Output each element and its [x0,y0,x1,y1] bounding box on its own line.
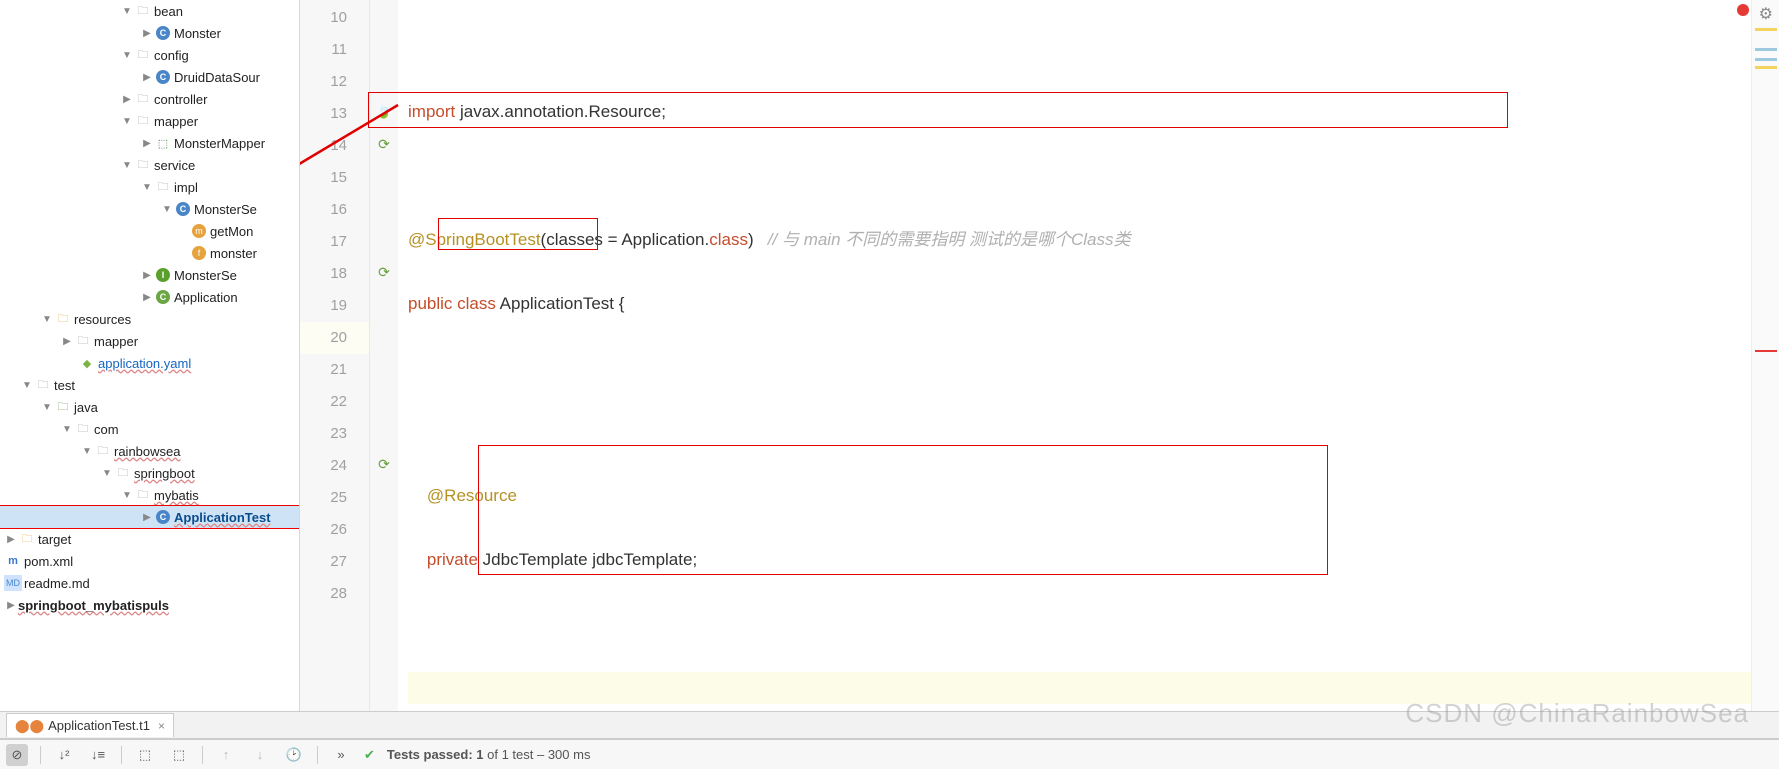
tree-item[interactable]: ▶CApplication [0,286,299,308]
tree-item[interactable]: ◆application.yaml [0,352,299,374]
tree-label: getMon [210,224,253,239]
tree-label: MonsterSe [194,202,257,217]
tree-label: MonsterMapper [174,136,265,151]
tab-label: ApplicationTest.t1 [48,718,150,733]
tree-item[interactable]: ▶CMonster [0,22,299,44]
spring-run-icon[interactable]: 🍃 [370,96,398,128]
tree-item[interactable]: ▼🗀mybatis [0,484,299,506]
tree-item[interactable]: ▼🗀bean [0,0,299,22]
tree-label: resources [74,312,131,327]
tree-label: com [94,422,119,437]
tree-label: mapper [154,114,198,129]
up-arrow-icon[interactable]: ↑ [215,744,237,766]
tree-label: pom.xml [24,554,73,569]
tree-item[interactable]: ▼🗀config [0,44,299,66]
run-icon[interactable]: ⟳ [370,448,398,480]
tree-item-selected[interactable]: ▶CApplicationTest [0,506,299,528]
tree-label: rainbowsea [114,444,181,459]
tree-item[interactable]: mgetMon [0,220,299,242]
tree-label: MonsterSe [174,268,237,283]
tree-item[interactable]: ▼🗀springboot [0,462,299,484]
line-gutter: 10 11 12 13 14 15 16 17 18 19 20 21 22 2… [300,0,370,711]
close-icon[interactable]: × [158,719,165,733]
tree-label: springboot_mybatispuls [18,598,169,613]
annotation: @Resource [427,486,517,505]
tree-item[interactable]: ▶IMonsterSe [0,264,299,286]
check-icon: ✔ [364,747,375,763]
tree-label: readme.md [24,576,90,591]
more-icon[interactable]: » [330,744,352,766]
tree-item[interactable]: ▶🗀controller [0,88,299,110]
minimap[interactable] [1751,0,1779,711]
sort-button[interactable]: ↓² [53,744,75,766]
tree-label: monster [210,246,257,261]
tree-item[interactable]: ▼🗀service [0,154,299,176]
tree-item[interactable]: MDreadme.md [0,572,299,594]
tree-label: test [54,378,75,393]
tree-item[interactable]: ▼🗀impl [0,176,299,198]
annotation: @SpringBootTest [408,230,541,249]
tree-item[interactable]: ▶🗀mapper [0,330,299,352]
project-tree[interactable]: ▼🗀bean ▶CMonster ▼🗀config ▶CDruidDataSou… [0,0,300,711]
collapse-button[interactable]: ⬚ [168,744,190,766]
code-area[interactable]: import javax.annotation.Resource; @Sprin… [398,0,1751,711]
tree-label: Monster [174,26,221,41]
tree-label: bean [154,4,183,19]
tree-item[interactable]: fmonster [0,242,299,264]
tree-item[interactable]: ▼CMonsterSe [0,198,299,220]
down-arrow-icon[interactable]: ↓ [249,744,271,766]
status-bar: ⊘ ↓² ↓≡ ⬚ ⬚ ↑ ↓ 🕑 » ✔ Tests passed: 1 of… [0,739,1779,769]
test-icon: ⬤⬤ [15,718,44,734]
filter-button[interactable]: ↓≡ [87,744,109,766]
gutter-icons: 🍃 ⟳ ⟳ ⟳ [370,0,398,711]
tree-label: mybatis [154,488,199,503]
tree-item[interactable]: ▼🗀com [0,418,299,440]
run-tab[interactable]: ⬤⬤ ApplicationTest.t1 × [6,713,174,737]
tree-label: ApplicationTest [174,510,271,525]
tree-item[interactable]: ▼🗀rainbowsea [0,440,299,462]
tree-label: mapper [94,334,138,349]
tree-item[interactable]: ▼🗀java [0,396,299,418]
history-icon[interactable]: 🕑 [283,744,305,766]
tree-item[interactable]: ▶⬚MonsterMapper [0,132,299,154]
toggle-button[interactable]: ⊘ [6,744,28,766]
tree-item[interactable]: ▼🗀test [0,374,299,396]
tree-label: springboot [134,466,195,481]
code-editor[interactable]: 10 11 12 13 14 15 16 17 18 19 20 21 22 2… [300,0,1779,711]
tree-item[interactable]: mpom.xml [0,550,299,572]
expand-button[interactable]: ⬚ [134,744,156,766]
tree-label: Application [174,290,238,305]
test-result: Tests passed: 1 of 1 test – 300 ms [387,747,591,762]
tree-label: target [38,532,71,547]
tree-label: java [74,400,98,415]
tree-label: application.yaml [98,356,191,371]
tree-item[interactable]: ▶🗀target [0,528,299,550]
error-indicator[interactable] [1737,4,1749,16]
tree-label: config [154,48,189,63]
tree-item[interactable]: ▼🗀resources [0,308,299,330]
tree-item[interactable]: ▼🗀mapper [0,110,299,132]
tree-label: DruidDataSour [174,70,260,85]
run-icon[interactable]: ⟳ [370,128,398,160]
tree-item[interactable]: ▶springboot_mybatispuls [0,594,299,616]
tree-label: controller [154,92,207,107]
run-icon[interactable]: ⟳ [370,256,398,288]
tree-item[interactable]: ▶CDruidDataSour [0,66,299,88]
code-comment: // 与 main 不同的需要指明 测试的是哪个Class类 [768,230,1131,249]
gear-icon[interactable]: ⚙ [1759,4,1773,24]
tree-label: impl [174,180,198,195]
run-tab-bar: ⬤⬤ ApplicationTest.t1 × ⚙ [0,711,1779,739]
tree-label: service [154,158,195,173]
